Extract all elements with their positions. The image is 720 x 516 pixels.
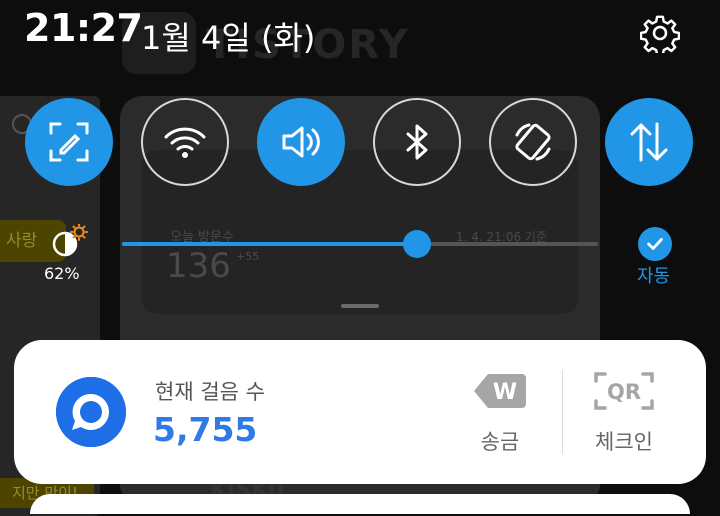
auto-brightness-check-icon[interactable] xyxy=(638,227,672,261)
date: 1월 4일 (화) xyxy=(141,19,316,57)
rotate-icon xyxy=(515,123,551,161)
wifi-toggle[interactable] xyxy=(141,98,229,186)
wifi-icon xyxy=(164,127,206,158)
visit-delta: +55 xyxy=(236,250,260,263)
bluetooth-toggle[interactable] xyxy=(373,98,461,186)
clock: 21:27 xyxy=(24,6,143,50)
visit-value: 136 xyxy=(166,246,231,286)
qr-icon: QR xyxy=(594,372,654,410)
edit-scan-icon xyxy=(49,122,89,162)
rotate-toggle[interactable] xyxy=(489,98,577,186)
steps-value: 5,755 xyxy=(153,410,258,449)
brightness-slider-fill xyxy=(122,242,418,246)
mobile-data-toggle[interactable] xyxy=(605,98,693,186)
step-counter-card[interactable]: 현재 걸음 수 5,755 W 송금 QR 체크인 xyxy=(14,340,706,484)
brightness-percent: 62% xyxy=(44,264,80,283)
qr-icon-text: QR xyxy=(607,380,641,404)
send-icon-text: W xyxy=(493,380,517,405)
brightness-slider[interactable] xyxy=(122,230,598,258)
send-money-label: 송금 xyxy=(480,430,520,454)
bluetooth-icon xyxy=(406,124,428,160)
steps-label: 현재 걸음 수 xyxy=(155,380,265,404)
check-in-label: 체크인 xyxy=(595,430,653,454)
card-divider xyxy=(562,370,563,454)
data-transfer-icon xyxy=(630,122,668,162)
check-in-button[interactable]: QR 체크인 xyxy=(582,370,666,456)
won-tag-icon: W xyxy=(474,374,526,408)
edit-toggle[interactable] xyxy=(25,98,113,186)
sound-toggle[interactable] xyxy=(257,98,345,186)
next-card-edge xyxy=(30,494,690,514)
send-money-button[interactable]: W 송금 xyxy=(458,370,542,456)
brightness-slider-thumb[interactable] xyxy=(403,230,432,258)
settings-gear-icon[interactable] xyxy=(639,13,681,57)
sound-icon xyxy=(282,126,320,158)
brightness-icon xyxy=(49,223,91,260)
drag-handle[interactable] xyxy=(341,304,379,308)
chat-bubble-logo-icon[interactable] xyxy=(56,377,126,447)
auto-brightness-label[interactable]: 자동 xyxy=(637,262,670,288)
